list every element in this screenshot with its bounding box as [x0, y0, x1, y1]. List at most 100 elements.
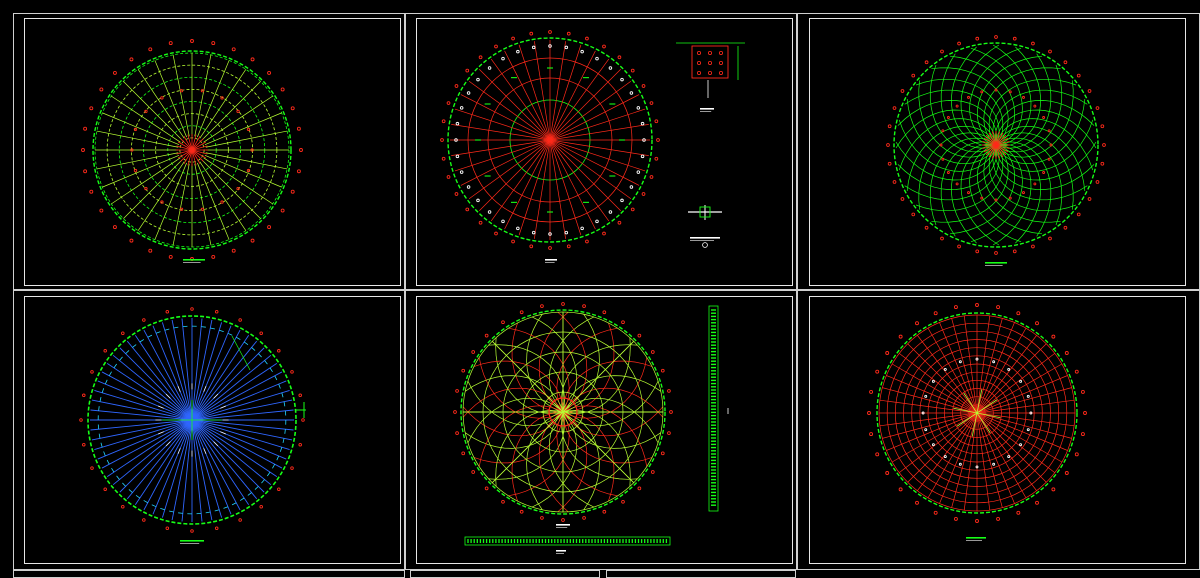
column-marker [89, 189, 94, 194]
drawing-title-bar [183, 259, 205, 261]
column-marker [996, 305, 1001, 310]
tie-beam [111, 467, 115, 473]
column-marker [1080, 432, 1085, 437]
column-marker [280, 208, 285, 213]
tie-beam [236, 336, 241, 340]
column-marker [142, 318, 146, 322]
column-marker [1100, 124, 1105, 129]
column-marker [454, 84, 459, 88]
column-marker [933, 311, 938, 316]
bolt-hole [708, 51, 713, 56]
node-marker [994, 88, 998, 92]
column-marker [81, 148, 85, 152]
column-marker [1076, 212, 1081, 217]
column-marker [296, 126, 301, 131]
node-marker [1042, 171, 1046, 174]
section-detail [688, 205, 722, 248]
column-marker [940, 49, 944, 54]
column-marker [975, 249, 980, 254]
column-marker [250, 238, 255, 243]
anchor-marker [564, 45, 569, 50]
node-marker [246, 168, 251, 173]
bolt-hole [719, 61, 724, 66]
column-marker [501, 320, 505, 325]
radial-rib [191, 354, 272, 421]
column-marker [471, 350, 476, 354]
column-marker [630, 207, 635, 212]
tie-beam [264, 360, 268, 365]
column-marker [1076, 73, 1081, 78]
tie-beam [276, 455, 280, 461]
tie-beam [151, 504, 157, 508]
tie-beam [201, 326, 206, 328]
column-marker [1074, 369, 1079, 374]
drawing-title-bar [545, 259, 557, 261]
column-marker [561, 302, 565, 306]
column-marker [582, 516, 586, 520]
node-marker [1008, 196, 1012, 200]
anchor-marker [531, 45, 536, 50]
node-marker [931, 443, 935, 447]
radial-rib [123, 159, 183, 219]
column-marker [886, 143, 890, 147]
column-marker [82, 393, 86, 398]
radial-rib [549, 139, 632, 200]
column-marker [637, 486, 642, 491]
column-marker [898, 334, 903, 339]
column-marker [548, 246, 552, 250]
drawing-title-bar [556, 524, 570, 526]
drawing-title-bar [180, 540, 204, 542]
node-marker [1007, 367, 1011, 371]
node-marker [980, 90, 984, 94]
dome-plan-6 [867, 303, 1087, 541]
column-marker [1074, 452, 1079, 457]
column-marker [238, 518, 242, 522]
column-marker [602, 231, 606, 236]
column-marker [1095, 106, 1100, 110]
column-marker [649, 175, 654, 179]
node-marker [931, 379, 935, 383]
cad-canvas[interactable] [0, 0, 1200, 578]
column-marker [957, 41, 961, 46]
section-marker [702, 242, 708, 248]
column-marker [1031, 244, 1035, 249]
column-marker [540, 516, 544, 520]
column-marker [617, 55, 622, 60]
radial-rib [126, 419, 193, 500]
anchor-marker [636, 170, 641, 174]
tie-beam [139, 339, 145, 343]
tie-beam [272, 464, 276, 469]
column-marker [214, 310, 219, 314]
column-marker [494, 231, 498, 236]
column-marker [1102, 143, 1106, 147]
member-schedule-horizontal [464, 536, 671, 554]
column-marker [129, 57, 134, 62]
column-marker [566, 244, 571, 249]
column-marker [1048, 49, 1052, 54]
column-marker [548, 30, 552, 34]
anchor-marker [531, 230, 536, 235]
bolt-hole [697, 61, 702, 66]
column-marker [465, 68, 470, 73]
radial-rib [927, 327, 978, 414]
column-marker [519, 310, 524, 315]
column-marker [290, 189, 295, 194]
node-marker [1022, 95, 1025, 99]
column-marker [211, 41, 216, 46]
tie-beam [113, 363, 118, 369]
column-marker [887, 161, 892, 166]
anchor-marker [501, 219, 505, 224]
radial-rib [891, 412, 978, 463]
column-marker [267, 225, 272, 230]
tie-beam [103, 451, 106, 457]
drawing-title-bar [966, 537, 986, 539]
column-marker [867, 411, 871, 415]
node-marker [179, 89, 184, 93]
anchor-marker [476, 198, 480, 203]
drawing-title-underline [556, 553, 564, 554]
column-marker [996, 516, 1001, 521]
radial-rib [976, 363, 1063, 414]
column-marker [924, 60, 929, 65]
column-marker [298, 442, 302, 447]
column-marker [259, 505, 263, 509]
